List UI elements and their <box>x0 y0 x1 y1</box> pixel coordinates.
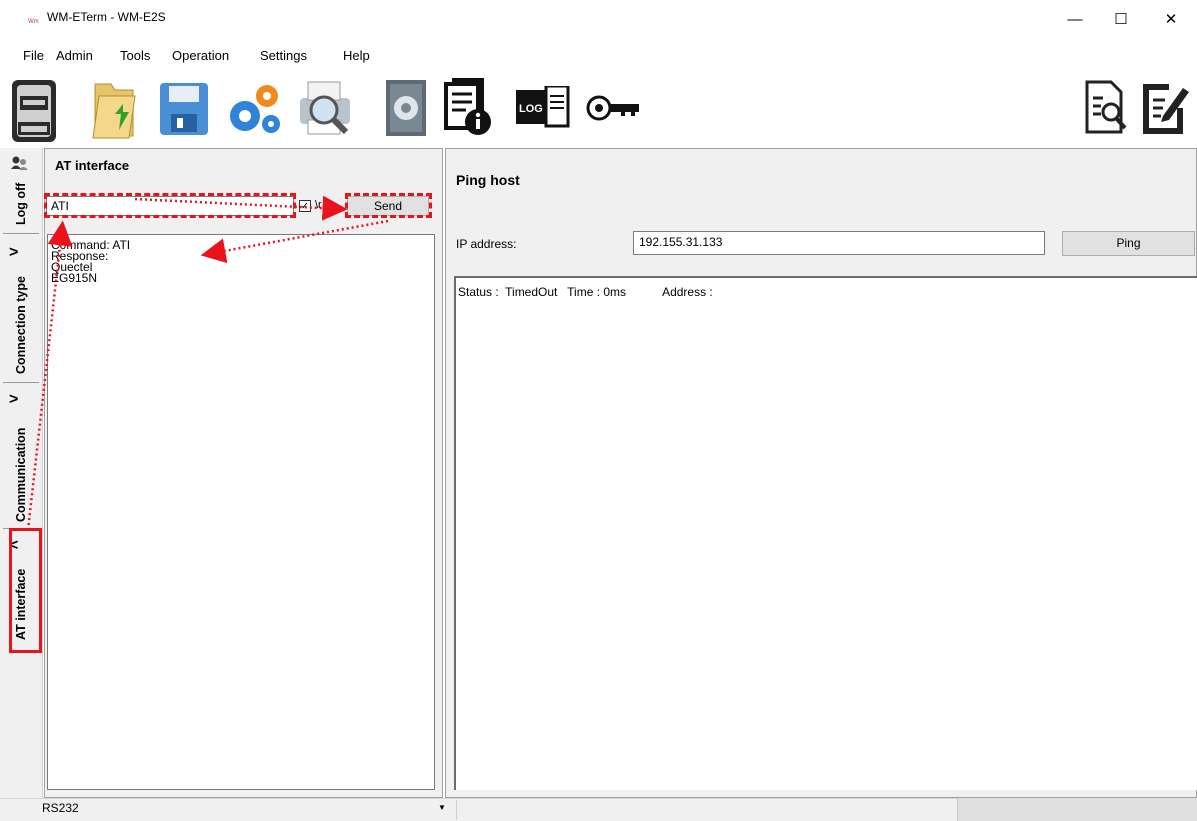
at-interface-title: AT interface <box>55 158 130 173</box>
ip-address-input[interactable]: 192.155.31.133 <box>633 231 1045 255</box>
vertical-tab-strip: Log off > Connection type > Communicatio… <box>0 148 43 798</box>
at-response-output[interactable]: Command: ATI Response: Quectel EG915N <box>47 234 435 790</box>
ping-host-title: Ping host <box>456 172 520 188</box>
ip-address-label: IP address: <box>456 237 517 251</box>
minimize-icon: — <box>1067 10 1083 28</box>
cr-checkbox[interactable]: ✓ <box>299 200 311 212</box>
menu-file[interactable]: File <box>23 48 44 63</box>
app-icon: Wm <box>28 14 42 25</box>
chevron-right-icon[interactable]: > <box>9 391 18 409</box>
status-divider <box>456 800 457 820</box>
maximize-icon: ☐ <box>1114 11 1128 28</box>
tab-connection-type[interactable]: Connection type <box>14 276 28 374</box>
tab-separator <box>3 382 39 383</box>
dropdown-arrow-icon[interactable]: ▼ <box>438 803 446 812</box>
close-button[interactable]: ✕ <box>1148 0 1194 38</box>
svg-text:LOG: LOG <box>519 103 543 115</box>
save-icon[interactable] <box>157 80 213 141</box>
menu-help[interactable]: Help <box>343 48 370 63</box>
maximize-button[interactable]: ☐ <box>1098 0 1144 38</box>
menu-operation[interactable]: Operation <box>172 48 229 63</box>
window-title: WM-ETerm - WM-E2S <box>47 10 166 24</box>
tab-log-off[interactable]: Log off <box>14 183 28 225</box>
settings-gears-icon[interactable] <box>225 80 285 141</box>
menu-admin[interactable]: Admin <box>56 48 93 63</box>
minimize-button[interactable]: — <box>1052 0 1098 38</box>
ping-button[interactable]: Ping <box>1062 231 1195 256</box>
cr-label: \r <box>315 199 322 211</box>
svg-text:Wm: Wm <box>28 19 39 25</box>
firmware-book-icon[interactable] <box>378 74 434 143</box>
report-view-icon[interactable] <box>1081 78 1129 141</box>
edit-document-icon[interactable] <box>1139 78 1189 141</box>
menu-settings[interactable]: Settings <box>260 48 307 63</box>
annotation-box-at-interface-tab <box>9 528 42 653</box>
annotation-box-send-button <box>345 193 432 218</box>
tab-communication[interactable]: Communication <box>14 428 28 522</box>
menu-bar: File Admin Tools Operation Settings Help <box>0 44 1197 66</box>
menu-tools[interactable]: Tools <box>120 48 150 63</box>
port-select[interactable]: RS232 <box>38 799 454 819</box>
status-field <box>957 798 1197 821</box>
device-info-icon[interactable] <box>440 76 496 141</box>
close-icon: ✕ <box>1164 11 1178 28</box>
log-icon[interactable]: LOG <box>516 84 576 133</box>
ping-status-output[interactable]: Status : TimedOut Time : 0ms Address : <box>454 276 1197 790</box>
user-icon <box>11 156 29 173</box>
folder-open-icon[interactable] <box>89 76 141 145</box>
meter-icon[interactable] <box>6 74 62 147</box>
tab-separator <box>3 233 39 234</box>
toolbar: LOG <box>0 70 1197 146</box>
print-preview-icon[interactable] <box>294 76 358 143</box>
annotation-box-command-input <box>44 193 296 218</box>
chevron-right-icon[interactable]: > <box>9 244 18 262</box>
key-icon[interactable] <box>585 90 645 131</box>
title-bar: Wm WM-ETerm - WM-E2S — ☐ ✕ <box>0 0 1197 38</box>
